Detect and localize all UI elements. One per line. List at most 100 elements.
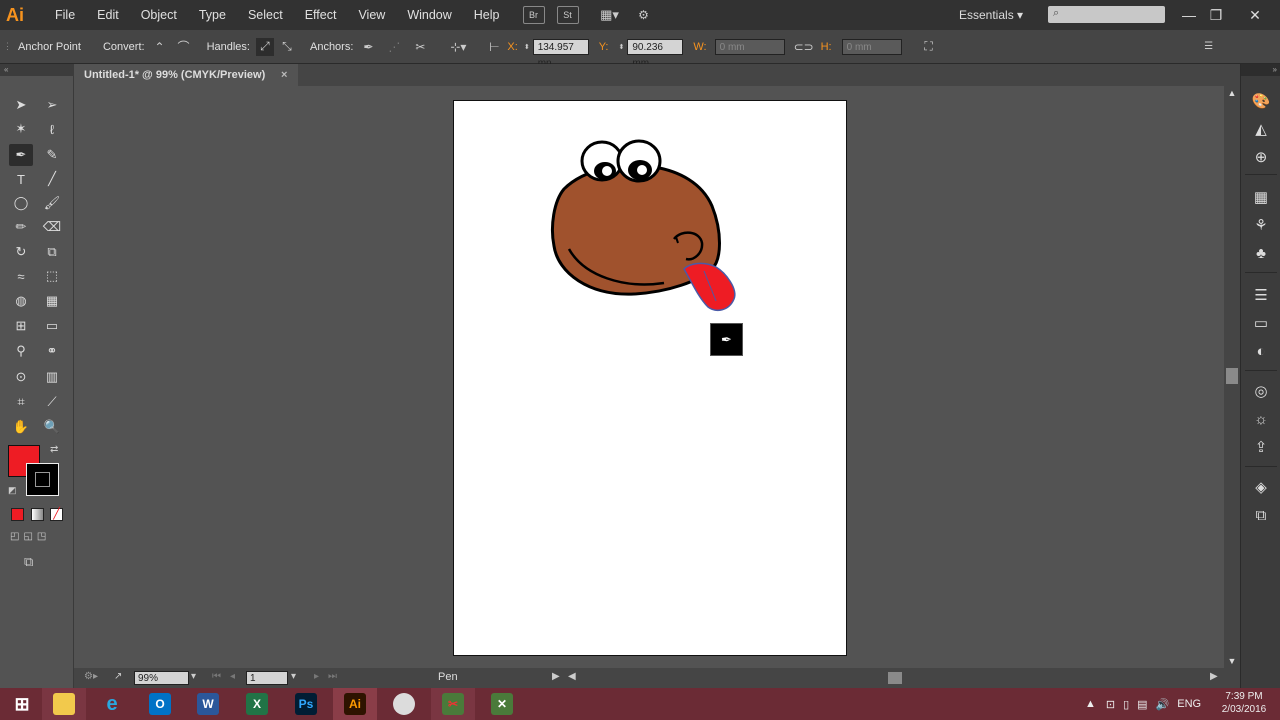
direct-selection-tool-icon[interactable]: ➢ xyxy=(40,94,64,116)
gradient-tool-icon[interactable]: ▭ xyxy=(40,315,64,337)
h-field[interactable]: 0 mm xyxy=(841,38,902,55)
hscroll-left-icon[interactable]: ◀ xyxy=(568,671,576,682)
artboards-panel-icon[interactable]: ⧉ xyxy=(1249,504,1273,526)
prev-artboard-icon[interactable]: ◂ xyxy=(230,671,235,682)
paintbrush-tool-icon[interactable]: 🖌 xyxy=(40,192,64,214)
tray-volume-icon[interactable]: 🔊 xyxy=(1156,698,1170,711)
windows-start-button[interactable]: ⊞ xyxy=(0,688,44,720)
pen-tool-icon[interactable]: ✒ xyxy=(9,144,33,166)
line-tool-icon[interactable]: ╱ xyxy=(40,168,64,190)
swap-colors-icon[interactable]: ⇄ xyxy=(50,444,58,455)
symbol-sprayer-tool-icon[interactable]: ⊙ xyxy=(9,366,33,388)
first-artboard-icon[interactable]: ⏮ xyxy=(212,671,221,682)
align-icon[interactable]: ⊢ xyxy=(485,38,503,56)
link-proportions-icon[interactable]: ⊂⊃ xyxy=(794,38,814,56)
menu-effect[interactable]: Effect xyxy=(294,0,348,30)
artboard-tool-icon[interactable]: ⌗ xyxy=(9,391,33,413)
eraser-tool-icon[interactable]: ⌫ xyxy=(40,216,64,238)
taskbar-camtasia[interactable]: ✕ xyxy=(480,688,524,720)
mesh-tool-icon[interactable]: ⊞ xyxy=(9,315,33,337)
show-handles-icon[interactable]: ⤢ xyxy=(255,37,274,56)
swatches-panel-icon[interactable]: ▦ xyxy=(1249,186,1273,208)
maximize-button[interactable]: ❐ xyxy=(1197,0,1235,30)
cc-libraries-icon[interactable]: ⊕ xyxy=(1249,146,1273,168)
curvature-tool-icon[interactable]: ✎ xyxy=(40,144,64,166)
w-field[interactable]: 0 mm xyxy=(714,38,785,55)
tray-network-icon[interactable]: ▤ xyxy=(1137,698,1147,711)
appearance-panel-icon[interactable]: ◎ xyxy=(1249,380,1273,402)
close-button[interactable]: ✕ xyxy=(1236,0,1274,30)
next-artboard-icon[interactable]: ▸ xyxy=(314,671,319,682)
taskbar-outlook[interactable]: O xyxy=(138,688,182,720)
cut-path-icon[interactable]: ✂ xyxy=(411,38,429,56)
vertical-scroll-thumb[interactable] xyxy=(1226,368,1238,384)
status-gear-icon[interactable]: ⚙▸ xyxy=(84,671,98,682)
canvas[interactable]: ✒ xyxy=(74,86,1224,668)
tray-language[interactable]: ENG xyxy=(1177,698,1201,710)
panel-menu-icon[interactable]: ☰ xyxy=(1200,38,1218,56)
color-panel-icon[interactable]: 🎨 xyxy=(1249,90,1273,112)
default-colors-icon[interactable]: ◩ xyxy=(8,485,17,496)
scroll-down-icon[interactable]: ▼ xyxy=(1224,656,1240,666)
search-input[interactable]: ⌕ xyxy=(1048,6,1165,23)
scale-tool-icon[interactable]: ⧉ xyxy=(40,241,64,263)
menu-select[interactable]: Select xyxy=(237,0,294,30)
lasso-tool-icon[interactable]: ℓ xyxy=(40,118,64,140)
x-field[interactable]: 134.957 mn xyxy=(532,38,589,69)
column-graph-tool-icon[interactable]: ▥ xyxy=(40,366,64,388)
menu-help[interactable]: Help xyxy=(463,0,511,30)
brushes-panel-icon[interactable]: ⚘ xyxy=(1249,214,1273,236)
free-transform-tool-icon[interactable]: ⬚ xyxy=(40,265,64,287)
page-dropdown-icon[interactable]: ▾ xyxy=(291,671,296,682)
gradient-panel-icon[interactable]: ▭ xyxy=(1249,312,1273,334)
bridge-button[interactable]: Br xyxy=(522,6,545,24)
y-field[interactable]: 90.236 mm xyxy=(627,38,684,69)
screen-mode-icon[interactable]: ⧉ xyxy=(24,554,33,570)
pencil-tool-icon[interactable]: ✏ xyxy=(9,216,33,238)
system-clock[interactable]: 7:39 PM 2/03/2016 xyxy=(1218,690,1270,716)
convert-to-smooth-icon[interactable]: ⌒ xyxy=(175,38,193,56)
menu-edit[interactable]: Edit xyxy=(86,0,130,30)
menu-type[interactable]: Type xyxy=(188,0,237,30)
taskbar-word[interactable]: W xyxy=(186,688,230,720)
gpu-performance-icon[interactable]: ⚙ xyxy=(633,6,655,24)
zoom-tool-icon[interactable]: 🔍 xyxy=(40,416,64,438)
remove-anchor-icon[interactable]: ✒ xyxy=(359,38,377,56)
convert-to-corner-icon[interactable]: ⌃ xyxy=(151,38,169,56)
shape-builder-tool-icon[interactable]: ◍ xyxy=(9,290,33,312)
scroll-up-icon[interactable]: ▲ xyxy=(1224,88,1240,98)
rotate-tool-icon[interactable]: ↻ xyxy=(9,241,33,263)
menu-file[interactable]: File xyxy=(44,0,86,30)
eyedropper-tool-icon[interactable]: ⚲ xyxy=(9,340,33,362)
selection-tool-icon[interactable]: ➤ xyxy=(9,94,33,116)
tray-app-icon[interactable]: ⊡ xyxy=(1106,698,1115,711)
taskbar-internet-explorer[interactable]: e xyxy=(90,688,134,720)
hand-tool-icon[interactable]: ✋ xyxy=(9,416,33,438)
taskbar-illustrator[interactable]: Ai xyxy=(333,688,377,720)
status-menu-arrow-icon[interactable]: ▶ xyxy=(552,671,560,682)
hide-handles-icon[interactable]: ⤡ xyxy=(278,38,296,56)
gradient-mode-swatch[interactable] xyxy=(31,508,44,521)
transform-icon[interactable]: ⛶ xyxy=(920,38,938,56)
last-artboard-icon[interactable]: ⏭ xyxy=(328,671,337,682)
x-stepper-icon[interactable]: ⬍ xyxy=(524,43,530,51)
horizontal-scroll-thumb[interactable] xyxy=(888,672,902,684)
close-tab-icon[interactable]: × xyxy=(281,64,287,86)
draw-mode-icons[interactable]: ◰◱◳ xyxy=(10,531,50,542)
stroke-panel-icon[interactable]: ☰ xyxy=(1249,284,1273,306)
taskbar-paint[interactable] xyxy=(382,688,426,720)
character-illustration[interactable] xyxy=(454,101,848,657)
layers-panel-icon[interactable]: ◈ xyxy=(1249,476,1273,498)
status-share-icon[interactable]: ↗ xyxy=(114,671,122,682)
artboard-number-field[interactable]: 1 xyxy=(246,671,288,685)
blend-tool-icon[interactable]: ⚭ xyxy=(40,340,64,362)
isolate-icon[interactable]: ⊹▾ xyxy=(449,38,467,56)
taskbar-photoshop[interactable]: Ps xyxy=(284,688,328,720)
magic-wand-tool-icon[interactable]: ✶ xyxy=(9,118,33,140)
vertical-scrollbar[interactable]: ▲ ▼ xyxy=(1224,86,1240,668)
color-guide-panel-icon[interactable]: ◭ xyxy=(1249,118,1273,140)
taskbar-snipping-tool[interactable]: ✂ xyxy=(431,688,475,720)
stroke-color-swatch[interactable] xyxy=(26,463,59,496)
slice-tool-icon[interactable]: ⟋ xyxy=(40,391,64,413)
taskbar-file-explorer[interactable] xyxy=(42,688,86,720)
